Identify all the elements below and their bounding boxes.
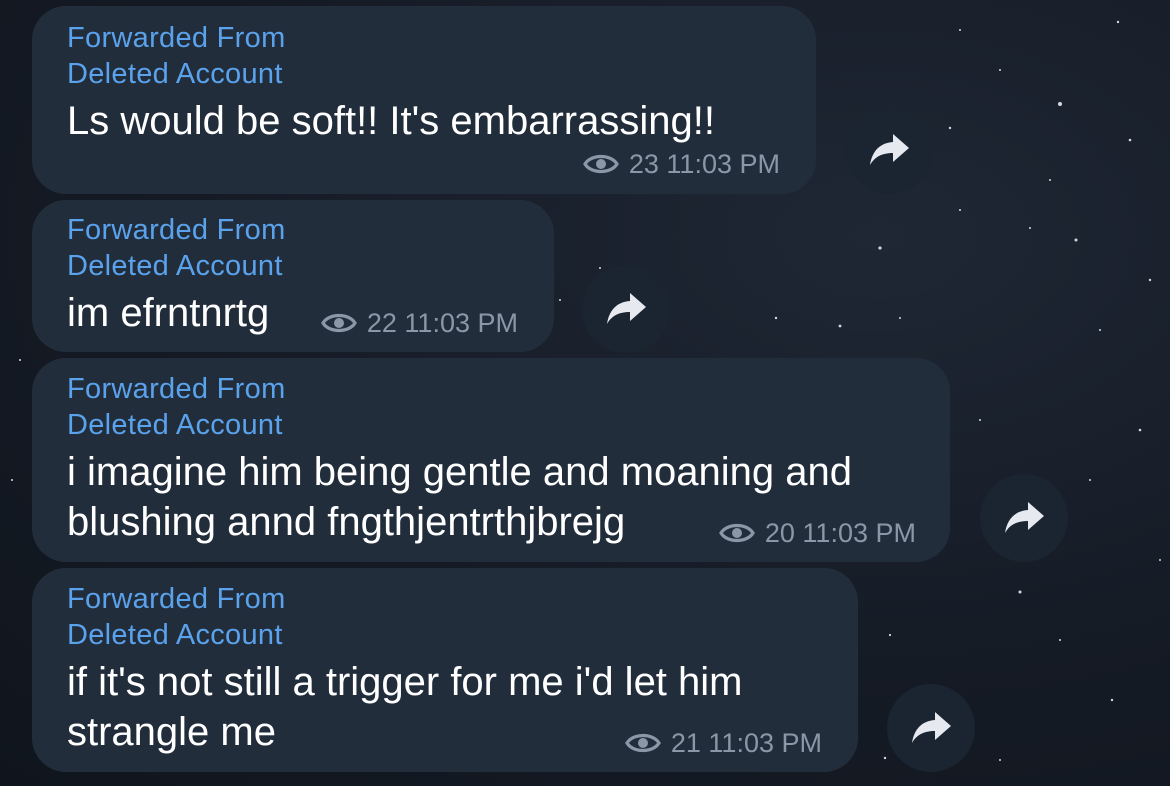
message-time: 11:03 PM: [666, 149, 780, 179]
forwarded-from-label: Forwarded From: [67, 214, 286, 246]
forwarded-from-label: Forwarded From: [67, 373, 286, 405]
view-count: 21: [670, 728, 701, 758]
share-button[interactable]: [887, 684, 975, 772]
share-button[interactable]: [845, 106, 933, 194]
eye-icon: [624, 733, 661, 753]
message-text-line: blushing annd fngthjentrthjbrejg: [67, 500, 626, 544]
message-text-line: Ls would be soft!! It's embarrassing!!: [67, 99, 715, 143]
view-count: 20: [764, 518, 795, 548]
message-time: 11:03 PM: [708, 728, 822, 758]
message-text-line: im efrntnrtg: [67, 291, 270, 335]
share-button[interactable]: [980, 474, 1068, 562]
forwarded-from-label: Forwarded From: [67, 583, 286, 615]
share-button[interactable]: [582, 265, 670, 353]
forwarded-sender-link[interactable]: Deleted Account: [67, 407, 283, 443]
message-bubble[interactable]: Forwarded From Deleted Account im efrntn…: [32, 200, 554, 352]
message-meta: 23 11:03 PM: [582, 149, 780, 179]
message-text-line: i imagine him being gentle and moaning a…: [67, 450, 852, 494]
message-text-line: strangle me: [67, 710, 276, 754]
eye-icon: [582, 154, 619, 174]
eye-icon: [320, 313, 357, 333]
message-text-line: if it's not still a trigger for me i'd l…: [67, 660, 743, 704]
view-count: 23: [628, 149, 659, 179]
message-time: 11:03 PM: [404, 308, 518, 338]
message-meta: 22 11:03 PM: [320, 308, 518, 338]
share-arrow-icon: [912, 712, 951, 743]
share-arrow-icon: [870, 134, 909, 165]
message-bubble[interactable]: Forwarded From Deleted Account if it's n…: [32, 568, 858, 772]
message-meta: 21 11:03 PM: [624, 728, 822, 758]
view-count: 22: [366, 308, 397, 338]
message-bubble[interactable]: Forwarded From Deleted Account Ls would …: [32, 6, 816, 194]
forwarded-sender-link[interactable]: Deleted Account: [67, 56, 283, 92]
eye-icon: [718, 523, 755, 543]
forwarded-sender-link[interactable]: Deleted Account: [67, 617, 283, 653]
message-bubble[interactable]: Forwarded From Deleted Account i imagine…: [32, 358, 950, 562]
forwarded-from-label: Forwarded From: [67, 22, 286, 54]
share-arrow-icon: [607, 293, 646, 324]
share-arrow-icon: [1005, 502, 1044, 533]
forwarded-sender-link[interactable]: Deleted Account: [67, 248, 283, 284]
message-time: 11:03 PM: [802, 518, 916, 548]
message-meta: 20 11:03 PM: [718, 518, 916, 548]
